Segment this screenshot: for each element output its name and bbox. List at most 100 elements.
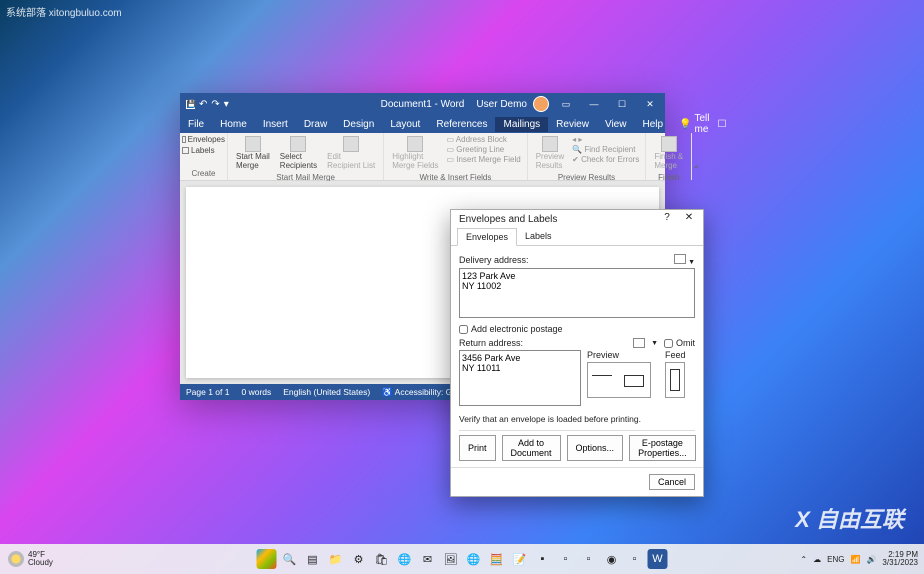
- tab-layout[interactable]: Layout: [382, 117, 428, 132]
- find-recipient-button[interactable]: 🔍 Find Recipient: [570, 145, 641, 154]
- labels-button[interactable]: Labels: [182, 146, 225, 155]
- ribbon-tabs: File Home Insert Draw Design Layout Refe…: [180, 115, 665, 133]
- greeting-line-button[interactable]: ▭ Greeting Line: [444, 145, 522, 154]
- start-button[interactable]: [257, 549, 277, 569]
- return-dropdown-icon[interactable]: ▼: [651, 340, 658, 347]
- user-name[interactable]: User Demo: [476, 99, 527, 110]
- edit-recipient-list-button[interactable]: Edit Recipient List: [323, 135, 379, 172]
- tab-envelopes[interactable]: Envelopes: [457, 228, 517, 246]
- tab-references[interactable]: References: [428, 117, 495, 132]
- tab-design[interactable]: Design: [335, 117, 382, 132]
- options-button[interactable]: Options...: [567, 435, 624, 461]
- preview-results-button[interactable]: Preview Results: [532, 135, 568, 172]
- app3-icon[interactable]: ▫: [625, 549, 645, 569]
- status-page[interactable]: Page 1 of 1: [186, 387, 229, 397]
- tray-chevron-icon[interactable]: ⌃: [800, 555, 807, 564]
- feed-preview[interactable]: [665, 362, 685, 398]
- tab-view[interactable]: View: [597, 117, 635, 132]
- undo-icon[interactable]: ↶: [199, 99, 207, 110]
- app2-icon[interactable]: ▫: [579, 549, 599, 569]
- watermark-caption: 系统部落 xitongbuluo.com: [6, 4, 122, 19]
- collapse-ribbon-icon[interactable]: ⌃: [692, 133, 700, 180]
- insert-merge-field-button[interactable]: ▭ Insert Merge Field: [444, 155, 522, 164]
- preview-label: Preview: [587, 350, 659, 360]
- tab-labels[interactable]: Labels: [517, 228, 560, 246]
- status-language[interactable]: English (United States): [283, 387, 370, 397]
- tray-language[interactable]: ENG: [827, 555, 844, 564]
- window-title: Document1 - Word: [381, 99, 465, 110]
- save-icon[interactable]: 💾: [186, 100, 195, 109]
- tab-file[interactable]: File: [180, 117, 212, 132]
- check-errors-button[interactable]: ✔ Check for Errors: [570, 155, 641, 164]
- return-address-book-icon[interactable]: [633, 338, 645, 348]
- add-to-document-button[interactable]: Add to Document: [502, 435, 561, 461]
- ribbon-mode-icon[interactable]: ▭: [555, 95, 577, 113]
- photos-icon[interactable]: 🖼: [441, 549, 461, 569]
- taskbar-weather[interactable]: 49°F Cloudy: [0, 551, 61, 567]
- app-icon[interactable]: ▫: [556, 549, 576, 569]
- taskbar: 49°F Cloudy 🔍 ▤ 📁 ⚙ 🛍 🌐 ✉ 🖼 🌐 🧮 📝 ▪ ▫ ▫ …: [0, 544, 924, 574]
- maximize-button[interactable]: ☐: [611, 95, 633, 113]
- group-create: Create: [182, 168, 225, 178]
- return-address-label: Return address:: [459, 338, 523, 348]
- delivery-dropdown-icon[interactable]: ▼: [688, 259, 695, 266]
- epostage-properties-button[interactable]: E-postage Properties...: [629, 435, 696, 461]
- dialog-close-button[interactable]: ✕: [679, 212, 699, 226]
- envelopes-button[interactable]: Envelopes: [182, 135, 225, 144]
- word-taskbar-icon[interactable]: W: [648, 549, 668, 569]
- cancel-button[interactable]: Cancel: [649, 474, 695, 490]
- start-mail-merge-button[interactable]: Start Mail Merge: [232, 135, 274, 172]
- tray-onedrive-icon[interactable]: ☁: [813, 555, 821, 564]
- qat-dropdown-icon[interactable]: ▾: [224, 99, 229, 110]
- tab-home[interactable]: Home: [212, 117, 255, 132]
- chrome-icon[interactable]: ◉: [602, 549, 622, 569]
- address-book-icon[interactable]: [674, 254, 686, 264]
- omit-label: Omit: [676, 338, 695, 348]
- finish-merge-button[interactable]: Finish & Merge: [650, 135, 687, 172]
- tab-help[interactable]: Help: [634, 117, 671, 132]
- terminal-icon[interactable]: ▪: [533, 549, 553, 569]
- word-titlebar: 💾 ↶ ↷ ▾ Document1 - Word User Demo ▭ — ☐…: [180, 93, 665, 115]
- tray-wifi-icon[interactable]: 📶: [850, 555, 860, 564]
- omit-checkbox[interactable]: [664, 339, 673, 348]
- weather-icon: [8, 551, 24, 567]
- tab-mailings[interactable]: Mailings: [495, 117, 548, 132]
- tab-review[interactable]: Review: [548, 117, 597, 132]
- dialog-help-button[interactable]: ?: [657, 212, 677, 226]
- edge-icon[interactable]: 🌐: [395, 549, 415, 569]
- print-button[interactable]: Print: [459, 435, 496, 461]
- avatar[interactable]: [533, 96, 549, 112]
- tab-draw[interactable]: Draw: [296, 117, 335, 132]
- notepad-icon[interactable]: 📝: [510, 549, 530, 569]
- ribbon: Envelopes Labels Create Start Mail Merge…: [180, 133, 665, 181]
- tell-me[interactable]: 💡 Tell me: [679, 113, 709, 135]
- delivery-address-input[interactable]: [459, 268, 695, 318]
- search-icon[interactable]: 🔍: [280, 549, 300, 569]
- dialog-title: Envelopes and Labels: [459, 214, 557, 225]
- verify-text: Verify that an envelope is loaded before…: [459, 414, 695, 424]
- envelope-preview[interactable]: [587, 362, 651, 398]
- select-recipients-button[interactable]: Select Recipients: [276, 135, 321, 172]
- browser-icon[interactable]: 🌐: [464, 549, 484, 569]
- address-block-button[interactable]: ▭ Address Block: [444, 135, 522, 144]
- envelopes-labels-dialog: Envelopes and Labels ? ✕ Envelopes Label…: [450, 209, 704, 497]
- store-icon[interactable]: 🛍: [372, 549, 392, 569]
- close-button[interactable]: ✕: [639, 95, 661, 113]
- share-button[interactable]: ☐: [710, 117, 735, 132]
- return-address-input[interactable]: [459, 350, 581, 406]
- settings-icon[interactable]: ⚙: [349, 549, 369, 569]
- record-nav[interactable]: ◂ ▸: [570, 135, 641, 144]
- redo-icon[interactable]: ↷: [211, 99, 219, 110]
- highlight-merge-fields-button[interactable]: Highlight Merge Fields: [388, 135, 442, 172]
- tray-clock[interactable]: 2:19 PM 3/31/2023: [882, 551, 918, 567]
- add-electronic-postage-label: Add electronic postage: [471, 324, 563, 334]
- explorer-icon[interactable]: 📁: [326, 549, 346, 569]
- mail-icon[interactable]: ✉: [418, 549, 438, 569]
- tab-insert[interactable]: Insert: [255, 117, 296, 132]
- minimize-button[interactable]: —: [583, 95, 605, 113]
- tray-volume-icon[interactable]: 🔊: [866, 555, 876, 564]
- calculator-icon[interactable]: 🧮: [487, 549, 507, 569]
- add-electronic-postage-checkbox[interactable]: [459, 325, 468, 334]
- task-view-icon[interactable]: ▤: [303, 549, 323, 569]
- status-words[interactable]: 0 words: [241, 387, 271, 397]
